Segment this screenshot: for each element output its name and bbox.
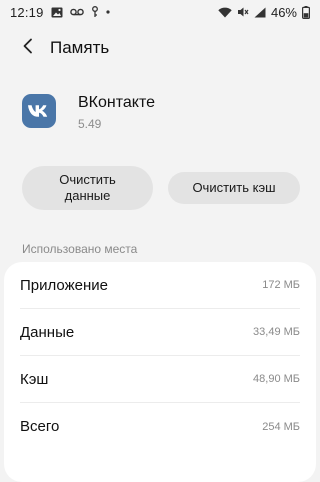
storage-row-app: Приложение 172 МБ bbox=[20, 262, 300, 309]
status-bar: 12:19 46% bbox=[0, 0, 320, 24]
mute-icon bbox=[237, 6, 249, 18]
clear-cache-button[interactable]: Очистить кэш bbox=[168, 172, 300, 204]
clear-data-button[interactable]: Очистить данные bbox=[22, 166, 153, 210]
status-bar-right: 46% bbox=[218, 5, 310, 20]
key-icon bbox=[91, 6, 99, 18]
vk-app-icon bbox=[22, 94, 56, 128]
storage-row-value: 172 МБ bbox=[262, 279, 300, 291]
page-title: Память bbox=[50, 38, 110, 57]
app-name: ВКонтакте bbox=[78, 94, 155, 111]
wifi-icon bbox=[218, 7, 232, 18]
back-button[interactable] bbox=[6, 28, 50, 68]
status-bar-left: 12:19 bbox=[10, 5, 110, 20]
storage-row-label: Всего bbox=[20, 418, 60, 435]
storage-usage-card: Приложение 172 МБ Данные 33,49 МБ Кэш 48… bbox=[4, 262, 316, 482]
clear-data-label: Очистить данные bbox=[59, 172, 116, 203]
storage-row-value: 48,90 МБ bbox=[253, 373, 300, 385]
vk-logo-icon bbox=[28, 105, 48, 117]
status-time: 12:19 bbox=[10, 4, 44, 20]
storage-row-label: Кэш bbox=[20, 370, 49, 388]
dot-icon bbox=[105, 10, 110, 14]
image-icon bbox=[51, 7, 63, 18]
storage-row-value: 254 МБ bbox=[262, 420, 300, 433]
app-bar: Память bbox=[0, 28, 320, 68]
storage-actions: Очистить данные Очистить кэш bbox=[22, 166, 300, 210]
app-version: 5.49 bbox=[78, 117, 102, 131]
storage-row-data: Данные 33,49 МБ bbox=[20, 309, 300, 356]
app-info: ВКонтакте 5.49 bbox=[22, 90, 155, 131]
signal-icon bbox=[254, 7, 266, 18]
battery-icon bbox=[302, 5, 310, 19]
clear-cache-label: Очистить кэш bbox=[192, 180, 276, 195]
storage-row-value: 33,49 МБ bbox=[253, 326, 300, 338]
storage-row-label: Приложение bbox=[20, 276, 108, 294]
chevron-left-icon bbox=[22, 38, 34, 59]
storage-row-cache: Кэш 48,90 МБ bbox=[20, 356, 300, 403]
storage-row-total: Всего 254 МБ bbox=[20, 403, 300, 450]
battery-percent: 46% bbox=[270, 4, 297, 20]
voicemail-icon bbox=[69, 8, 84, 16]
storage-row-label: Данные bbox=[20, 323, 75, 341]
section-label: Использовано места bbox=[22, 242, 138, 256]
app-text: ВКонтакте 5.49 bbox=[78, 90, 155, 131]
